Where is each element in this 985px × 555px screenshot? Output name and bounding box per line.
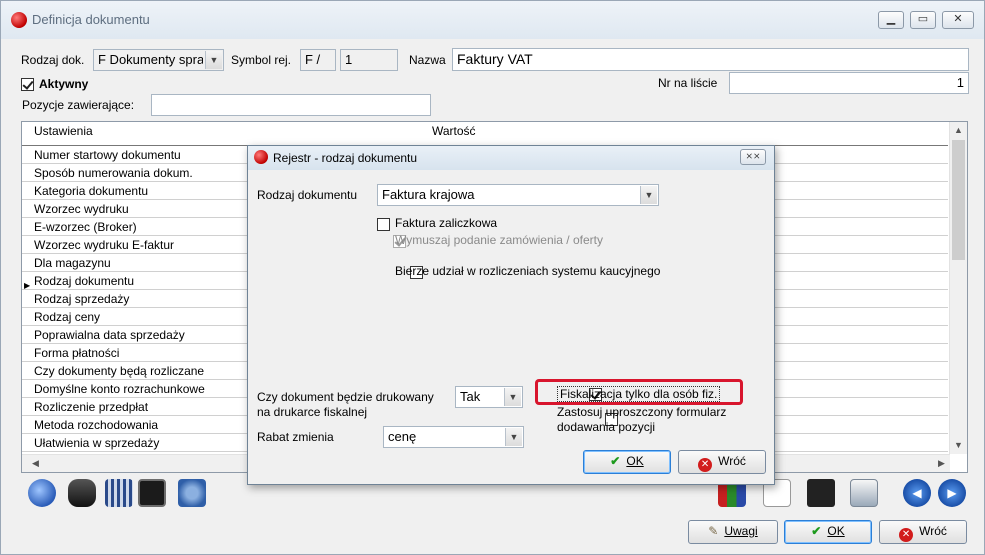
- pozycje-label: Pozycje zawierające:: [22, 98, 135, 112]
- row-pointer-icon: ▶: [24, 281, 31, 290]
- symbol-label: Symbol rej.: [231, 53, 292, 67]
- ok-label: OK: [827, 524, 845, 538]
- uproszczony-label-1: Zastosuj uproszczony formularz: [557, 405, 727, 419]
- uwagi-button[interactable]: ✎ Uwagi: [688, 520, 778, 544]
- previous-icon[interactable]: ◀: [903, 479, 931, 507]
- close-icon: ⨯⨯: [745, 151, 761, 161]
- rodzaj-dokumentu-label: Rodzaj dokumentu: [257, 188, 358, 202]
- row-label: Czy dokumenty będą rozliczane: [34, 364, 205, 378]
- scroll-down-icon[interactable]: ▼: [954, 440, 963, 450]
- zaliczkowa-checkbox[interactable]: [377, 218, 390, 232]
- document-type-dialog: Rejestr - rodzaj dokumentu ⨯⨯ Rodzaj dok…: [247, 145, 775, 485]
- scroll-up-icon[interactable]: ▲: [954, 125, 963, 135]
- chevron-down-icon[interactable]: ▼: [640, 186, 657, 204]
- row-label: Sposób numerowania dokum.: [34, 166, 193, 180]
- row-label: Metoda rozchodowania: [34, 418, 159, 432]
- rodzaj-dok-combo[interactable]: F Dokumenty spra ▼: [93, 49, 224, 71]
- row-label: Rodzaj ceny: [34, 310, 101, 324]
- dialog-close-button[interactable]: ⨯⨯: [740, 149, 766, 165]
- pencil-icon: ✎: [708, 524, 719, 538]
- dialog-title-bar: Rejestr - rodzaj dokumentu ⨯⨯: [248, 146, 774, 170]
- uwagi-label: Uwagi: [724, 524, 758, 538]
- binoculars-icon[interactable]: [68, 479, 96, 507]
- rodzaj-dokumentu-value: Faktura krajowa: [382, 187, 475, 202]
- row-label: Rozliczenie przedpłat: [34, 400, 149, 414]
- symbol-number-field[interactable]: 1: [340, 49, 398, 71]
- row-label: Ułatwienia w sprzedaży: [34, 436, 160, 450]
- table-icon[interactable]: [105, 479, 133, 507]
- chevron-down-icon[interactable]: ▼: [505, 428, 522, 446]
- row-label: Wzorzec wydruku E-faktur: [34, 238, 175, 252]
- rabat-label: Rabat zmienia: [257, 430, 334, 444]
- aktywny-checkbox[interactable]: [21, 78, 34, 92]
- chevron-down-icon[interactable]: ▼: [504, 388, 521, 406]
- dialog-ok-button[interactable]: ✔ OK: [583, 450, 671, 474]
- nazwa-label: Nazwa: [409, 53, 446, 67]
- row-label: Poprawialna data sprzedaży: [34, 328, 185, 342]
- cancel-button[interactable]: ✕ Wróć: [879, 520, 967, 544]
- rodzaj-dok-value: F Dokumenty spra: [98, 52, 203, 67]
- scroll-left-icon[interactable]: ◀: [32, 458, 39, 469]
- cancel-label: Wróć: [919, 524, 947, 538]
- wymuszaj-label: Wymuszaj podanie zamówienia / oferty: [395, 233, 603, 247]
- rabat-combo[interactable]: cenę ▼: [383, 426, 524, 448]
- row-label: Rodzaj dokumentu: [34, 274, 135, 288]
- formula-icon[interactable]: [138, 479, 166, 507]
- pozycje-field[interactable]: [151, 94, 431, 116]
- uproszczony-label-2: dodawania pozycji: [557, 420, 656, 434]
- row-label: Numer startowy dokumentu: [34, 148, 181, 162]
- dialog-title: Rejestr - rodzaj dokumentu: [273, 151, 418, 165]
- gears-icon[interactable]: [178, 479, 206, 507]
- checkmark-icon: ✔: [811, 524, 822, 538]
- dialog-cancel-button[interactable]: ✕ Wróć: [678, 450, 766, 474]
- grid-header: Ustawienia Wartość: [22, 122, 948, 146]
- rabat-value: cenę: [388, 429, 417, 444]
- checkmark-icon: ✔: [610, 454, 621, 468]
- drukowany-label-2: na drukarce fiskalnej: [257, 405, 368, 419]
- scroll-thumb[interactable]: [952, 140, 965, 260]
- drukowany-combo[interactable]: Tak ▼: [455, 386, 523, 408]
- save-icon[interactable]: [807, 479, 835, 507]
- row-label: Wzorzec wydruku: [34, 202, 129, 216]
- dialog-cancel-label: Wróć: [718, 454, 746, 468]
- fiskalizacja-label: Fiskalizacja tylko dla osób fiz.: [557, 386, 721, 402]
- app-icon: [11, 12, 27, 28]
- title-bar: Definicja dokumentu ▁ ▭ ✕: [1, 1, 984, 39]
- window-title: Definicja dokumentu: [32, 12, 150, 27]
- column-wartosc[interactable]: Wartość: [432, 124, 476, 138]
- chevron-down-icon[interactable]: ▼: [205, 51, 222, 69]
- row-label: Dla magazynu: [34, 256, 111, 270]
- row-label: Rodzaj sprzedaży: [34, 292, 130, 306]
- zaliczkowa-label: Faktura zaliczkowa: [395, 216, 498, 230]
- cancel-icon: ✕: [698, 458, 713, 472]
- windows-icon[interactable]: [850, 479, 878, 507]
- cancel-icon: ✕: [899, 528, 914, 542]
- nr-label: Nr na liście: [658, 76, 718, 90]
- row-label: Kategoria dokumentu: [34, 184, 149, 198]
- next-icon[interactable]: ▶: [938, 479, 966, 507]
- scroll-right-icon[interactable]: ▶: [938, 458, 945, 469]
- row-label: E-wzorzec (Broker): [34, 220, 137, 234]
- nr-field[interactable]: 1: [729, 72, 969, 94]
- preview-icon[interactable]: [28, 479, 56, 507]
- symbol-field[interactable]: F /: [300, 49, 336, 71]
- dialog-ok-label: OK: [626, 454, 644, 468]
- drukowany-label-1: Czy dokument będzie drukowany: [257, 390, 434, 404]
- row-label: Domyślne konto rozrachunkowe: [34, 382, 205, 396]
- column-ustawienia[interactable]: Ustawienia: [34, 124, 93, 138]
- vertical-scrollbar[interactable]: ▲ ▼: [949, 122, 967, 454]
- nazwa-field[interactable]: Faktury VAT: [452, 48, 969, 71]
- drukowany-value: Tak: [460, 389, 481, 404]
- minimize-button[interactable]: ▁: [878, 11, 904, 29]
- row-label: Forma płatności: [34, 346, 120, 360]
- app-icon: [254, 150, 268, 164]
- rodzaj-dok-label: Rodzaj dok.: [21, 53, 85, 67]
- close-button[interactable]: ✕: [942, 11, 974, 29]
- rodzaj-dokumentu-combo[interactable]: Faktura krajowa ▼: [377, 184, 659, 206]
- kaucyjny-label: Bierze udział w rozliczeniach systemu ka…: [395, 264, 661, 278]
- aktywny-label: Aktywny: [39, 77, 89, 91]
- ok-button[interactable]: ✔ OK: [784, 520, 872, 544]
- maximize-button[interactable]: ▭: [910, 11, 936, 29]
